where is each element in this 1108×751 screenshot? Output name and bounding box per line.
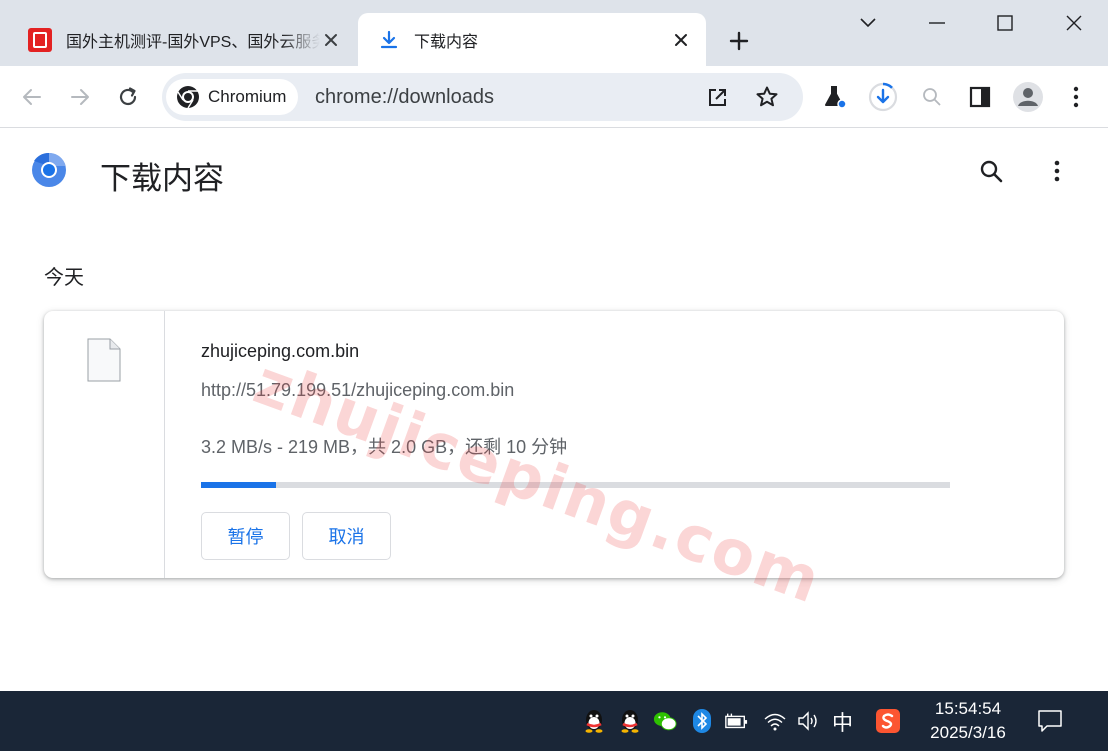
plus-icon <box>729 31 749 51</box>
cancel-button[interactable]: 取消 <box>302 512 391 560</box>
downloads-button[interactable] <box>867 81 899 113</box>
url-text[interactable]: chrome://downloads <box>315 86 494 109</box>
volume-icon[interactable] <box>797 709 821 733</box>
arrow-left-icon <box>23 89 41 105</box>
star-icon <box>756 86 778 107</box>
input-method-indicator[interactable]: 中 <box>832 707 853 737</box>
reload-icon <box>119 87 137 106</box>
battery-icon[interactable] <box>724 709 748 733</box>
side-panel-button[interactable] <box>964 81 996 113</box>
toolbar: Chromium chrome://downloads <box>0 66 1108 128</box>
omnibox[interactable]: Chromium chrome://downloads <box>162 73 803 121</box>
download-progress-icon <box>868 82 898 112</box>
bluetooth-icon[interactable] <box>690 709 714 733</box>
bookmark-button[interactable] <box>752 82 782 112</box>
file-url[interactable]: http://51.79.199.51/zhujiceping.com.bin <box>201 380 514 401</box>
page-menu-button[interactable] <box>1041 155 1073 187</box>
site-info-chip[interactable]: Chromium <box>166 79 299 115</box>
clock-time: 15:54:54 <box>934 699 1002 718</box>
more-vertical-icon <box>1073 86 1079 108</box>
taskbar: 中 15:54:54 2025/3/16 <box>0 691 1108 751</box>
forward-button[interactable] <box>64 81 96 113</box>
clock-date: 2025/3/16 <box>930 723 1006 742</box>
file-name[interactable]: zhujiceping.com.bin <box>201 341 359 362</box>
maximize-button[interactable] <box>990 8 1020 38</box>
new-tab-button[interactable] <box>724 26 754 56</box>
share-icon <box>709 89 726 106</box>
search-downloads-button[interactable] <box>975 155 1007 187</box>
tab-title: 国外主机测评-国外VPS、国外云服务器、国外独立服务器 <box>66 33 320 51</box>
wechat-icon[interactable] <box>653 709 677 733</box>
taskbar-clock[interactable]: 15:54:54 2025/3/16 <box>918 697 1018 745</box>
tab-downloads[interactable]: 下载内容 <box>358 13 706 66</box>
chromium-logo-icon <box>32 152 66 187</box>
flask-icon <box>825 86 847 109</box>
arrow-right-icon <box>71 89 89 105</box>
avatar-icon <box>1013 82 1043 112</box>
side-panel-icon <box>969 86 991 108</box>
search-icon <box>923 88 941 106</box>
share-button[interactable] <box>703 82 733 112</box>
more-vertical-icon <box>1054 160 1060 182</box>
search-icon <box>980 160 1003 183</box>
sogou-input-icon[interactable] <box>876 709 900 733</box>
profile-button[interactable] <box>1012 81 1044 113</box>
tab-strip: 国外主机测评-国外VPS、国外云服务器、国外独立服务器 下载内容 <box>0 0 1108 66</box>
tab-site[interactable]: 国外主机测评-国外VPS、国外云服务器、国外独立服务器 <box>16 13 354 66</box>
qq-icon[interactable] <box>582 709 606 733</box>
wifi-icon[interactable] <box>763 709 787 733</box>
chevron-down-icon <box>860 18 876 28</box>
download-status: 3.2 MB/s - 219 MB，共 2.0 GB，还剩 10 分钟 <box>201 437 568 457</box>
zoom-button[interactable] <box>916 81 948 113</box>
progress-bar <box>201 482 950 488</box>
page-title: 下载内容 <box>100 161 224 196</box>
back-button[interactable] <box>16 81 48 113</box>
pause-button[interactable]: 暂停 <box>201 512 290 560</box>
site-logo-icon <box>28 27 52 52</box>
tab-title: 下载内容 <box>414 33 479 51</box>
close-icon[interactable] <box>670 29 692 51</box>
file-icon-column <box>44 311 165 578</box>
close-icon <box>1066 15 1082 31</box>
menu-button[interactable] <box>1060 81 1092 113</box>
chromium-logo-icon <box>177 86 199 109</box>
reload-button[interactable] <box>112 81 144 113</box>
chip-label: Chromium <box>208 87 287 106</box>
minimize-button[interactable] <box>922 8 952 38</box>
page-header: 下载内容 <box>0 129 1108 215</box>
progress-fill <box>201 482 276 488</box>
download-icon <box>378 29 400 51</box>
qq-icon[interactable] <box>618 709 642 733</box>
labs-button[interactable] <box>819 81 851 113</box>
maximize-icon <box>997 15 1013 31</box>
file-icon[interactable] <box>87 338 121 382</box>
notification-button[interactable] <box>1036 707 1064 735</box>
date-section-label: 今天 <box>44 267 84 289</box>
minimize-icon <box>929 22 945 24</box>
notification-icon <box>1038 710 1062 732</box>
download-item-card: zhujiceping.com.bin http://51.79.199.51/… <box>44 311 1064 578</box>
tab-search-button[interactable] <box>853 8 883 38</box>
close-window-button[interactable] <box>1059 8 1089 38</box>
close-icon[interactable] <box>320 29 342 51</box>
